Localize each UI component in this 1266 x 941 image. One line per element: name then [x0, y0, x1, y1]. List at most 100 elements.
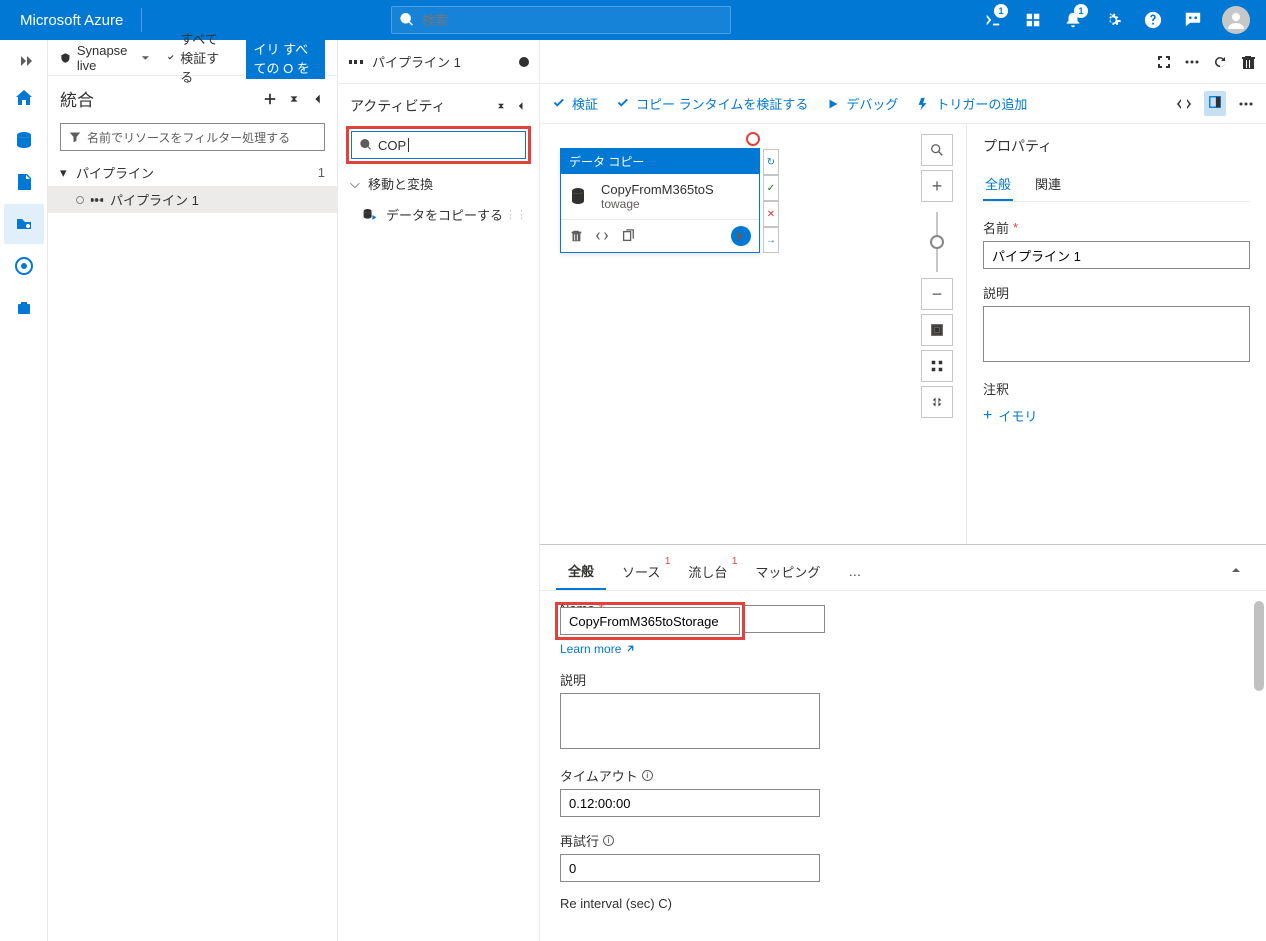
- copy-data-label: データをコピーする: [386, 205, 503, 224]
- connector-skip[interactable]: →: [763, 227, 779, 253]
- cursor: [408, 138, 409, 152]
- fullscreen-icon[interactable]: [1156, 54, 1172, 70]
- add-annotation-button[interactable]: + イモリ: [983, 402, 1250, 429]
- directory-icon[interactable]: [1014, 0, 1052, 40]
- nav-data-icon[interactable]: [4, 120, 44, 160]
- name-input-highlight: [555, 602, 745, 640]
- user-avatar[interactable]: [1222, 6, 1250, 34]
- cfg-retry-label: 再試行: [560, 831, 599, 850]
- cfg-desc-input[interactable]: [560, 693, 820, 749]
- zoom-layout-button[interactable]: [921, 350, 953, 382]
- refresh-icon[interactable]: [1212, 54, 1228, 70]
- properties-toggle[interactable]: [1204, 91, 1226, 116]
- settings-icon[interactable]: [1094, 0, 1132, 40]
- copy-activity-node[interactable]: データ コピー CopyFromM365toS towage: [560, 148, 760, 253]
- zoom-search-button[interactable]: [921, 134, 953, 166]
- pipeline-canvas[interactable]: データ コピー CopyFromM365toS towage: [540, 124, 966, 544]
- cfg-name-input-ext[interactable]: [745, 605, 825, 633]
- activity-group-move[interactable]: ⌵ 移動と変換: [338, 168, 539, 199]
- notif-badge: 1: [1074, 4, 1088, 18]
- learn-more-link[interactable]: Learn more: [560, 642, 635, 656]
- delete-node-icon[interactable]: [569, 229, 583, 243]
- nav-home-icon[interactable]: [4, 78, 44, 118]
- config-tab-general[interactable]: 全般: [556, 553, 606, 590]
- drag-handle-icon[interactable]: ⋮⋮: [505, 208, 527, 221]
- pipelines-tree-node[interactable]: ▾ パイプライン 1: [48, 159, 337, 186]
- props-desc-input[interactable]: [983, 306, 1250, 362]
- connector-fail[interactable]: ✕: [763, 201, 779, 227]
- tab-label: パイプライン 1: [372, 52, 461, 71]
- node-code-icon[interactable]: [595, 229, 609, 243]
- activity-search[interactable]: COP: [351, 131, 526, 159]
- discard-icon[interactable]: [1240, 54, 1256, 70]
- properties-panel: プロパティ 全般 関連 名前 * 説明 注釈 + イモリ: [966, 124, 1266, 544]
- validate-button[interactable]: 検証: [552, 94, 598, 113]
- config-collapse-button[interactable]: [1222, 556, 1250, 587]
- expand-rail-button[interactable]: [4, 46, 44, 76]
- connector-success[interactable]: ✓: [763, 175, 779, 201]
- zoom-controls: + −: [920, 134, 954, 422]
- validate-runtime-button[interactable]: コピー ランタイムを検証する: [616, 94, 808, 113]
- canvas-top-actions: [540, 40, 1266, 84]
- resource-filter[interactable]: 名前でリソースをフィルター処理する: [60, 123, 325, 151]
- activity-copy-data[interactable]: データをコピーする ⋮⋮: [338, 199, 539, 230]
- zoom-thumb[interactable]: [930, 235, 944, 249]
- nav-manage-icon[interactable]: [4, 288, 44, 328]
- notifications-icon[interactable]: 1: [1054, 0, 1092, 40]
- info-icon[interactable]: i: [603, 835, 614, 846]
- config-tab-sink[interactable]: 流し台1: [676, 554, 739, 589]
- cfg-name-input[interactable]: [560, 607, 740, 635]
- pipeline-tab[interactable]: パイプライン 1: [348, 52, 461, 71]
- node-name-line1: CopyFromM365toS: [601, 182, 714, 197]
- activities-collapse-icon[interactable]: [515, 100, 527, 112]
- cfg-retry-input[interactable]: [560, 854, 820, 882]
- props-title: プロパティ: [983, 136, 1250, 156]
- add-resource-icon[interactable]: [263, 92, 277, 106]
- node-output-button[interactable]: [731, 226, 751, 246]
- clone-node-icon[interactable]: [621, 229, 635, 243]
- add-trigger-button[interactable]: トリガーの追加: [916, 94, 1027, 113]
- integrate-panel: Synapse live すべて検証する イリ すべての O を 統合 名前でリ…: [48, 40, 338, 941]
- config-tab-source[interactable]: ソース1: [610, 554, 672, 589]
- zoom-out-button[interactable]: −: [921, 278, 953, 310]
- props-name-input[interactable]: [983, 241, 1250, 269]
- brand-logo[interactable]: Microsoft Azure: [8, 12, 135, 29]
- search-icon: [360, 139, 372, 151]
- props-annot-label: 注釈: [983, 379, 1250, 398]
- left-nav-rail: [0, 40, 48, 941]
- zoom-slider[interactable]: [936, 212, 938, 272]
- collapse-panel-icon[interactable]: [311, 92, 325, 106]
- copy-node-icon: [569, 185, 593, 209]
- activities-expand-icon[interactable]: [495, 100, 507, 112]
- connector-retry[interactable]: ↻: [763, 149, 779, 175]
- nav-develop-icon[interactable]: [4, 162, 44, 202]
- help-icon[interactable]: [1134, 0, 1172, 40]
- zoom-in-button[interactable]: +: [921, 170, 953, 202]
- activity-config-panel: 全般 ソース1 流し台1 マッピング … Name *: [540, 544, 1266, 941]
- props-tab-related[interactable]: 関連: [1033, 168, 1063, 201]
- zoom-fit-button[interactable]: [921, 314, 953, 346]
- feedback-icon[interactable]: [1174, 0, 1212, 40]
- cloud-shell-icon[interactable]: 1: [974, 0, 1012, 40]
- toolbar-more-icon[interactable]: [1238, 96, 1254, 112]
- expand-all-icon[interactable]: [287, 92, 301, 106]
- zoom-collapse-button[interactable]: [921, 386, 953, 418]
- code-icon[interactable]: [1176, 96, 1192, 112]
- config-tab-mapping[interactable]: マッピング: [743, 554, 832, 589]
- filter-placeholder: 名前でリソースをフィルター処理する: [87, 129, 290, 146]
- activity-search-value: COP: [378, 138, 406, 153]
- global-search[interactable]: [391, 6, 731, 34]
- debug-button[interactable]: デバッグ: [826, 94, 898, 113]
- more-icon[interactable]: [1184, 54, 1200, 70]
- workspace-selector[interactable]: Synapse live: [60, 43, 151, 73]
- nav-monitor-icon[interactable]: [4, 246, 44, 286]
- props-tab-general[interactable]: 全般: [983, 168, 1013, 201]
- runtime-label: コピー ランタイムを検証する: [636, 94, 808, 113]
- global-search-input[interactable]: [422, 13, 722, 28]
- config-tab-more[interactable]: …: [836, 556, 873, 587]
- scrollbar-thumb[interactable]: [1254, 601, 1264, 691]
- nav-integrate-icon[interactable]: [4, 204, 44, 244]
- cfg-timeout-input[interactable]: [560, 789, 820, 817]
- info-icon[interactable]: i: [642, 770, 653, 781]
- pipeline-item-1[interactable]: パイプライン 1: [48, 186, 337, 213]
